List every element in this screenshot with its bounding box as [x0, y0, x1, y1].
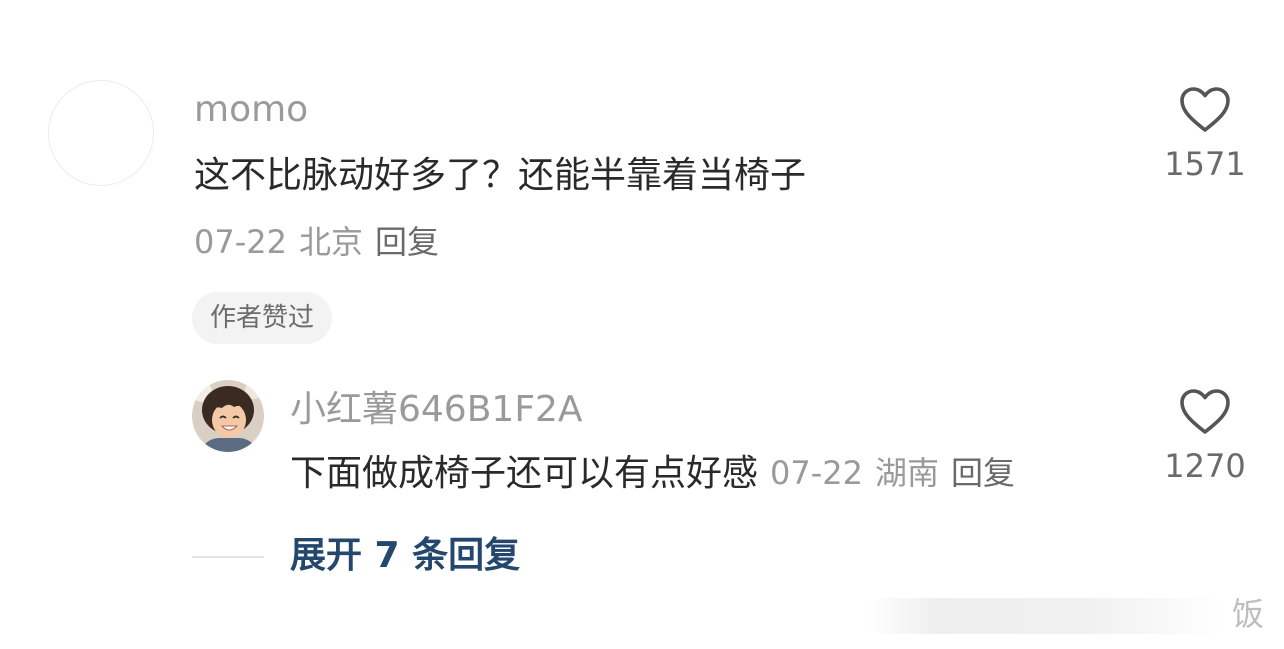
heart-outline-icon[interactable] [1179, 388, 1231, 436]
watermark-text: 饭 [1232, 595, 1265, 633]
reply-like-button[interactable]: 1270 [1150, 388, 1260, 482]
reply-text: 下面做成椅子还可以有点好感 [290, 453, 759, 494]
reply-meta: 07-22 湖南 回复 [770, 454, 1015, 492]
reply-reply-button[interactable]: 回复 [951, 454, 1015, 492]
comment-location: 北京 [298, 223, 363, 261]
reply-like-count: 1270 [1164, 447, 1246, 485]
reply-location: 湖南 [875, 454, 940, 492]
comment-like-button[interactable]: 1571 [1150, 86, 1260, 180]
reply-avatar[interactable] [192, 380, 264, 452]
watermark-bar [866, 598, 1226, 634]
comment-reply-button[interactable]: 回复 [375, 223, 439, 261]
reply-date: 07-22 [770, 454, 863, 492]
reply-text-line: 下面做成椅子还可以有点好感 07-22 湖南 回复 [290, 456, 1015, 492]
commenter-avatar[interactable] [48, 80, 154, 186]
reply-avatar-image [192, 380, 264, 452]
comment-meta: 07-22 北京 回复 [194, 226, 439, 258]
comment-like-count: 1571 [1164, 145, 1246, 183]
commenter-username[interactable]: momo [194, 92, 308, 128]
author-liked-badge: 作者赞过 [192, 292, 333, 344]
heart-outline-icon[interactable] [1179, 86, 1231, 134]
expand-replies-button[interactable]: 展开 7 条回复 [290, 538, 520, 574]
comment-date: 07-22 [194, 223, 287, 261]
comment-text: 这不比脉动好多了？还能半靠着当椅子 [194, 155, 807, 196]
reply-username[interactable]: 小红薯646B1F2A [290, 392, 583, 428]
expand-divider [192, 556, 264, 558]
